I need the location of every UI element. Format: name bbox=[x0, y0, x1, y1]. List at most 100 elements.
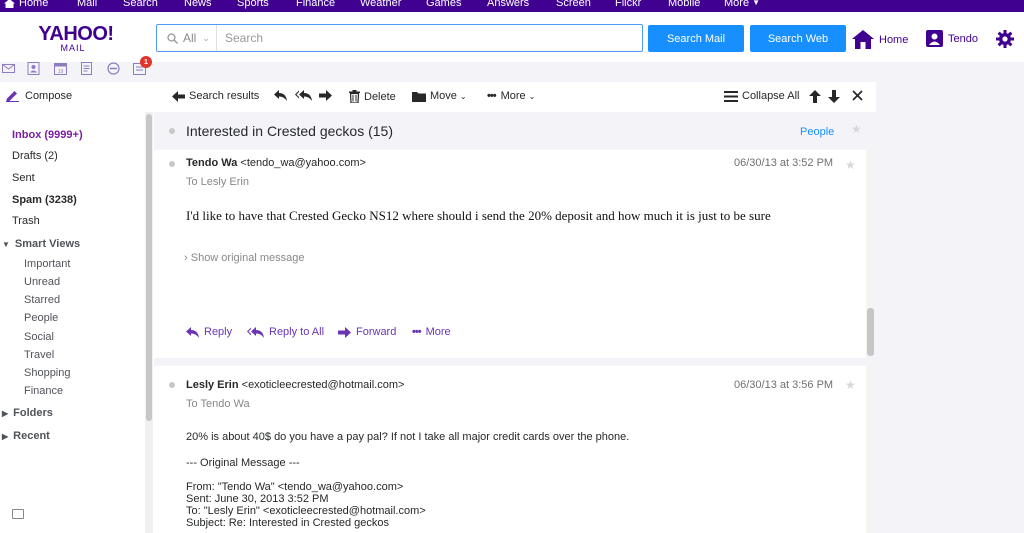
folder-inbox[interactable]: Inbox (9999+) bbox=[12, 129, 83, 141]
show-original-link[interactable]: › Show original message bbox=[184, 252, 304, 264]
star-icon[interactable]: ★ bbox=[851, 122, 862, 136]
svg-text:19: 19 bbox=[58, 69, 64, 75]
previous-message-button[interactable] bbox=[809, 90, 825, 103]
home-link[interactable]: Home bbox=[852, 30, 908, 49]
message-reply-all-button[interactable]: Reply to All bbox=[247, 326, 324, 338]
chevron-down-icon: ▼ bbox=[752, 0, 761, 7]
topnav-search[interactable]: Search bbox=[123, 0, 158, 9]
compose-label: Compose bbox=[25, 90, 73, 102]
profile-link[interactable]: Tendo bbox=[926, 30, 978, 47]
conversation-subject: Interested in Crested geckos (15) bbox=[186, 123, 393, 139]
logo-main: YAHOO! bbox=[38, 23, 114, 45]
message-reply-button[interactable]: Reply bbox=[186, 326, 232, 338]
more-dropdown[interactable]: ••• More ⌄ bbox=[487, 90, 535, 102]
folder-trash[interactable]: Trash bbox=[12, 215, 40, 227]
original-message-header: --- Original Message --- bbox=[186, 457, 300, 469]
chevron-right-icon: ▶ bbox=[2, 431, 9, 441]
reply-label: Reply bbox=[204, 326, 233, 338]
smart-view-unread[interactable]: Unread bbox=[24, 276, 60, 288]
message-date: 06/30/13 at 3:56 PM bbox=[734, 379, 834, 391]
topnav-news[interactable]: News bbox=[184, 0, 212, 9]
original-subject: Subject: Re: Interested in Crested gecko… bbox=[186, 517, 389, 529]
topnav-label: Flickr bbox=[615, 0, 642, 9]
conversation-scrollbar[interactable] bbox=[866, 150, 875, 533]
reply-all-label: Reply to All bbox=[269, 326, 325, 338]
next-message-button[interactable] bbox=[828, 90, 844, 103]
topnav-mobile[interactable]: Mobile bbox=[668, 0, 700, 9]
move-dropdown[interactable]: Move ⌄ bbox=[412, 90, 467, 102]
search-mail-button[interactable]: Search Mail bbox=[648, 25, 744, 52]
calendar-icon[interactable]: 19 bbox=[54, 62, 67, 75]
smart-view-travel[interactable]: Travel bbox=[24, 349, 54, 361]
topnav-home[interactable]: Home bbox=[4, 0, 48, 9]
smart-view-important[interactable]: Important bbox=[24, 258, 70, 270]
image-icon[interactable] bbox=[12, 509, 24, 519]
notification-badge: 1 bbox=[140, 56, 152, 68]
close-button[interactable] bbox=[852, 90, 867, 101]
message-sender[interactable]: Lesly Erin <exoticleecrested@hotmail.com… bbox=[186, 379, 404, 391]
message-forward-button[interactable]: Forward bbox=[338, 326, 396, 338]
smart-views-toggle[interactable]: ▼ Smart Views bbox=[2, 238, 80, 250]
folder-sent[interactable]: Sent bbox=[12, 172, 35, 184]
contacts-icon[interactable] bbox=[27, 62, 40, 75]
more-label: More bbox=[500, 90, 526, 102]
search-web-button[interactable]: Search Web bbox=[750, 25, 846, 52]
folders-toggle[interactable]: ▶ Folders bbox=[2, 407, 53, 419]
pencil-icon bbox=[6, 91, 19, 102]
message-card: Lesly Erin <exoticleecrested@hotmail.com… bbox=[154, 366, 867, 533]
topnav-sports[interactable]: Sports bbox=[237, 0, 269, 9]
messenger-icon[interactable] bbox=[107, 62, 120, 75]
forward-button[interactable] bbox=[319, 90, 336, 101]
yahoo-mail-logo[interactable]: YAHOO! MAIL bbox=[36, 23, 116, 53]
settings-button[interactable] bbox=[996, 30, 1014, 48]
collapse-all-button[interactable]: Collapse All bbox=[724, 90, 799, 102]
people-link[interactable]: People bbox=[800, 126, 834, 138]
topnav-label: News bbox=[184, 0, 212, 9]
smart-view-finance[interactable]: Finance bbox=[24, 385, 63, 397]
topnav-mail[interactable]: Mail bbox=[77, 0, 97, 9]
topnav-weather[interactable]: Weather bbox=[360, 0, 401, 9]
sender-name: Tendo Wa bbox=[186, 157, 238, 169]
chevron-down-icon: ⌄ bbox=[528, 91, 536, 101]
search-input[interactable] bbox=[217, 25, 642, 51]
topnav-flickr[interactable]: Flickr bbox=[615, 0, 641, 9]
back-to-search-results-button[interactable]: Search results bbox=[172, 90, 259, 102]
message-sender[interactable]: Tendo Wa <tendo_wa@yahoo.com> bbox=[186, 157, 366, 169]
topnav-finance[interactable]: Finance bbox=[296, 0, 335, 9]
recent-label: Recent bbox=[13, 430, 50, 442]
sidebar-scrollbar-thumb[interactable] bbox=[146, 114, 152, 421]
folder-drafts[interactable]: Drafts (2) bbox=[12, 150, 58, 162]
notepad-icon[interactable] bbox=[80, 62, 93, 75]
chevron-down-icon: ⌄ bbox=[202, 32, 210, 43]
unread-dot bbox=[169, 128, 175, 134]
search-box: All ⌄ bbox=[156, 24, 643, 52]
mail-icon[interactable] bbox=[2, 62, 15, 75]
star-icon[interactable]: ★ bbox=[845, 378, 856, 392]
folder-spam[interactable]: Spam (3238) bbox=[12, 194, 77, 206]
more-label: More bbox=[425, 326, 451, 338]
topnav-answers[interactable]: Answers bbox=[487, 0, 529, 9]
topnav-screen[interactable]: Screen bbox=[556, 0, 591, 9]
topnav-label: Answers bbox=[487, 0, 530, 9]
reply-button[interactable] bbox=[274, 90, 291, 101]
forward-icon bbox=[338, 326, 351, 338]
recent-toggle[interactable]: ▶ Recent bbox=[2, 430, 50, 442]
search-results-label: Search results bbox=[189, 90, 260, 102]
star-icon[interactable]: ★ bbox=[845, 158, 856, 172]
original-to: To: "Lesly Erin" <exoticleecrested@hotma… bbox=[186, 505, 426, 517]
message-more-button[interactable]: ••• More bbox=[412, 326, 451, 338]
smart-view-people[interactable]: People bbox=[24, 312, 58, 324]
reply-all-button[interactable] bbox=[295, 90, 316, 101]
smart-view-shopping[interactable]: Shopping bbox=[24, 367, 71, 379]
delete-button[interactable]: Delete bbox=[349, 90, 396, 103]
smart-view-social[interactable]: Social bbox=[24, 331, 54, 343]
arrow-up-icon bbox=[809, 90, 821, 103]
arrow-left-icon bbox=[172, 90, 185, 102]
topnav-games[interactable]: Games bbox=[426, 0, 461, 9]
compose-button[interactable]: Compose bbox=[6, 90, 72, 102]
move-label: Move bbox=[430, 90, 457, 102]
search-scope-dropdown[interactable]: All ⌄ bbox=[157, 25, 217, 51]
smart-view-starred[interactable]: Starred bbox=[24, 294, 60, 306]
topnav-more[interactable]: More ▼ bbox=[724, 0, 760, 9]
conversation-scrollbar-thumb[interactable] bbox=[867, 308, 874, 356]
